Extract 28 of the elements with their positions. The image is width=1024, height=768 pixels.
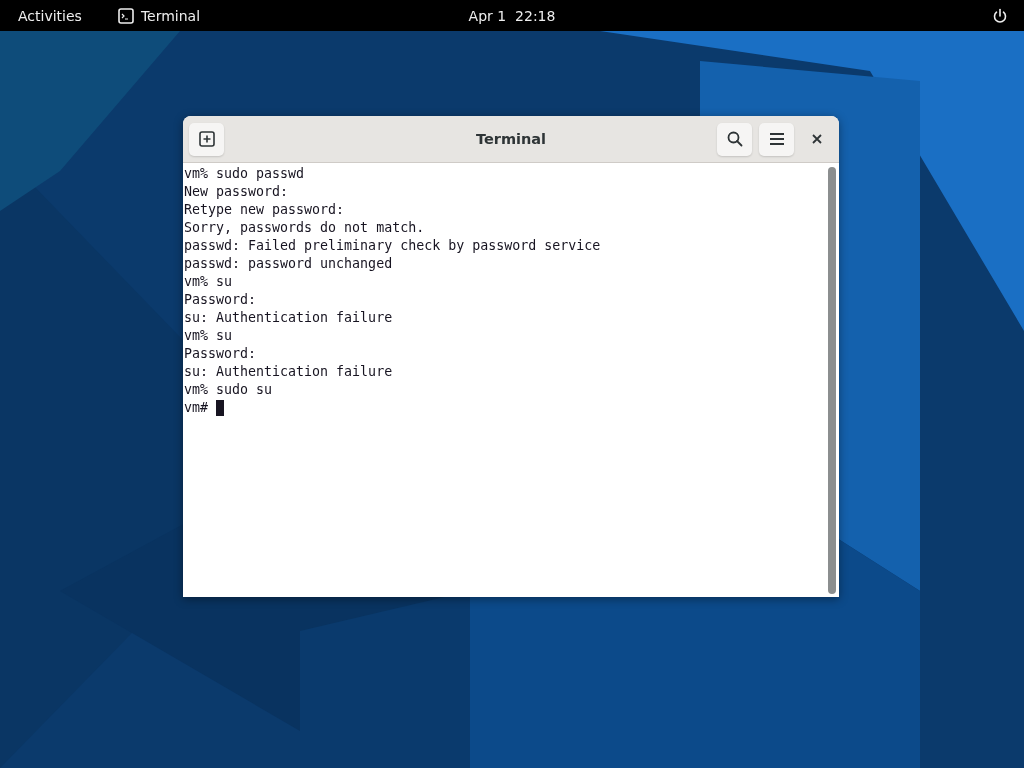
terminal-line: vm% sudo su bbox=[184, 381, 273, 399]
search-button[interactable] bbox=[717, 122, 752, 156]
terminal-line: Retype new password: bbox=[184, 201, 345, 219]
clock-button[interactable]: Apr 1 22:18 bbox=[450, 3, 574, 28]
terminal-line: vm% su bbox=[184, 327, 233, 345]
terminal-line: su: Authentication failure bbox=[184, 309, 393, 327]
terminal-line: vm% su bbox=[184, 273, 233, 291]
scrollbar[interactable] bbox=[828, 167, 836, 594]
app-menu-button[interactable]: Terminal bbox=[99, 3, 219, 28]
terminal-line: New password: bbox=[184, 183, 289, 201]
terminal-line: passwd: Failed preliminary check by password service bbox=[184, 237, 601, 255]
plus-box-icon bbox=[198, 131, 215, 147]
terminal-line: passwd: password unchanged bbox=[184, 255, 393, 273]
window-title: Terminal bbox=[475, 131, 547, 147]
terminal-line: Password: bbox=[184, 291, 257, 309]
terminal-icon bbox=[117, 7, 134, 24]
terminal-line: su: Authentication failure bbox=[184, 363, 393, 381]
menu-icon bbox=[768, 132, 785, 146]
terminal-line: vm% sudo passwd bbox=[184, 165, 305, 183]
power-icon bbox=[992, 7, 1008, 24]
terminal-line: vm# bbox=[184, 399, 209, 417]
search-icon bbox=[726, 131, 743, 147]
new-tab-button[interactable] bbox=[189, 122, 224, 156]
terminal-line: Password: bbox=[184, 345, 257, 363]
menu-button[interactable] bbox=[759, 122, 794, 156]
activities-button[interactable]: Activities bbox=[0, 3, 100, 28]
terminal-line: Sorry, passwords do not match. bbox=[184, 219, 425, 237]
close-icon bbox=[812, 134, 822, 144]
